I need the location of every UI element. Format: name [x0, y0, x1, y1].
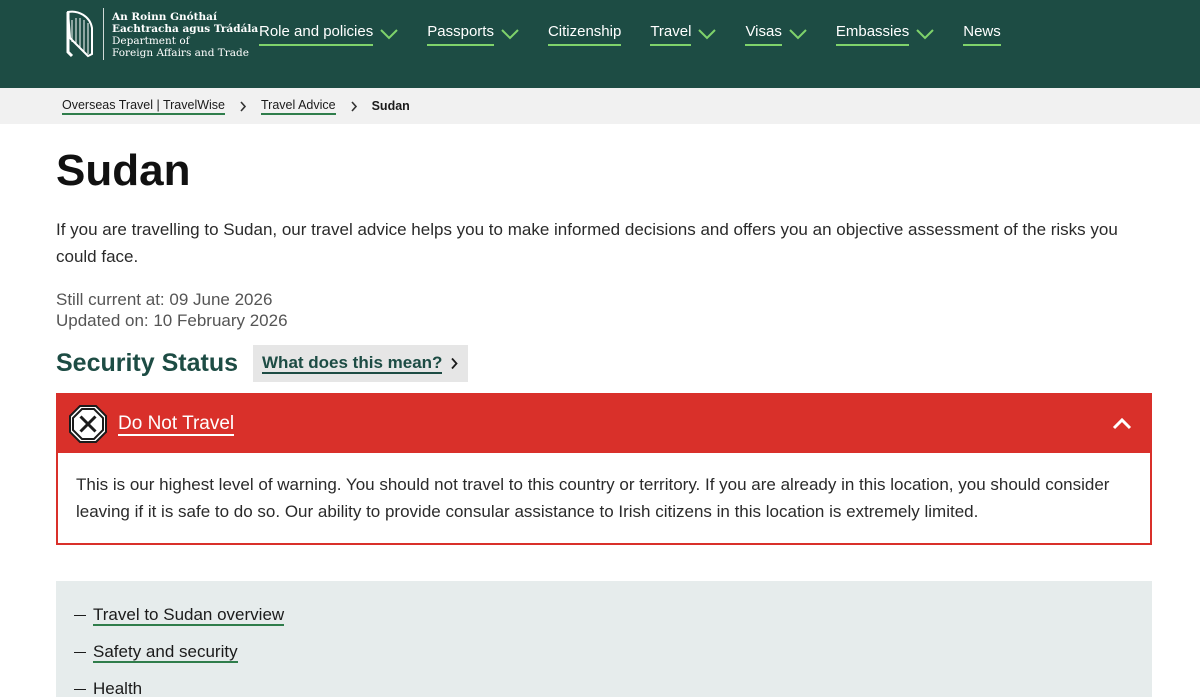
breadcrumb-link-overseas-travel[interactable]: Overseas Travel | TravelWise — [62, 98, 226, 115]
do-not-travel-icon — [69, 405, 107, 443]
toc-link-overview[interactable]: Travel to Sudan overview — [93, 605, 285, 626]
nav-label: Embassies — [835, 22, 910, 46]
dash-icon — [74, 652, 86, 653]
nav-item-role-and-policies[interactable]: Role and policies — [259, 22, 398, 46]
updated-on-date: Updated on: 10 February 2026 — [56, 311, 288, 330]
dfa-logo[interactable]: An Roinn Gnóthaí Eachtracha agus Trádála… — [62, 8, 258, 60]
security-alert: Do Not Travel This is our highest level … — [56, 393, 1152, 545]
advice-dates: Still current at: 09 June 2026 Updated o… — [56, 289, 288, 331]
what-does-this-mean-label: What does this mean? — [262, 353, 443, 374]
toc-item: Travel to Sudan overview — [74, 597, 1152, 634]
chevron-right-icon — [350, 100, 357, 112]
chevron-down-icon — [916, 29, 934, 40]
security-status-row: Security Status What does this mean? — [56, 345, 469, 382]
page-title: Sudan — [56, 146, 191, 195]
nav-item-passports[interactable]: Passports — [427, 22, 519, 46]
main-nav: Role and policies Passports Citizenship … — [259, 22, 1030, 46]
breadcrumb-link-travel-advice[interactable]: Travel Advice — [261, 98, 336, 115]
nav-label: Citizenship — [547, 22, 622, 46]
chevron-down-icon — [380, 29, 398, 40]
chevron-down-icon — [789, 29, 807, 40]
security-status-title: Security Status — [56, 349, 239, 377]
nav-item-citizenship[interactable]: Citizenship — [547, 22, 622, 46]
what-does-this-mean-button[interactable]: What does this mean? — [253, 345, 469, 382]
site-header: An Roinn Gnóthaí Eachtracha agus Trádála… — [0, 0, 1200, 88]
breadcrumb: Overseas Travel | TravelWise Travel Advi… — [0, 88, 1200, 124]
security-alert-header[interactable]: Do Not Travel — [58, 395, 1150, 453]
nav-item-news[interactable]: News — [963, 22, 1001, 46]
nav-item-visas[interactable]: Visas — [745, 22, 807, 46]
toc-item: Safety and security — [74, 634, 1152, 671]
still-current-date: Still current at: 09 June 2026 — [56, 290, 273, 309]
chevron-right-icon — [451, 357, 459, 370]
logo-line-1: An Roinn Gnóthaí — [112, 11, 217, 23]
logo-text: An Roinn Gnóthaí Eachtracha agus Trádála… — [112, 8, 258, 59]
logo-divider — [103, 8, 104, 60]
logo-line-2: Eachtracha agus Trádála — [112, 23, 259, 35]
chevron-up-icon[interactable] — [1112, 417, 1132, 430]
nav-label: Visas — [745, 22, 782, 46]
chevron-down-icon — [698, 29, 717, 40]
toc-link-safety-and-security[interactable]: Safety and security — [93, 642, 238, 663]
nav-label: News — [963, 22, 1001, 46]
chevron-down-icon — [501, 29, 519, 40]
intro-text: If you are travelling to Sudan, our trav… — [56, 220, 1118, 266]
dash-icon — [74, 615, 86, 616]
nav-item-travel[interactable]: Travel — [650, 22, 717, 46]
logo-line-4: Foreign Affairs and Trade — [112, 47, 249, 59]
harp-icon — [66, 10, 93, 58]
security-level-label: Do Not Travel — [118, 412, 235, 436]
logo-line-3: Department of — [112, 35, 190, 47]
chevron-right-icon — [240, 100, 247, 112]
nav-item-embassies[interactable]: Embassies — [835, 22, 934, 46]
nav-label: Passports — [427, 22, 494, 46]
dash-icon — [74, 689, 86, 690]
nav-label: Travel — [650, 22, 692, 46]
table-of-contents: Travel to Sudan overview Safety and secu… — [56, 581, 1152, 697]
security-alert-description: This is our highest level of warning. Yo… — [76, 475, 1110, 521]
toc-link-health[interactable]: Health — [93, 679, 142, 697]
nav-label: Role and policies — [259, 22, 374, 46]
toc-item: Health — [74, 671, 1152, 697]
breadcrumb-current: Sudan — [371, 99, 410, 113]
